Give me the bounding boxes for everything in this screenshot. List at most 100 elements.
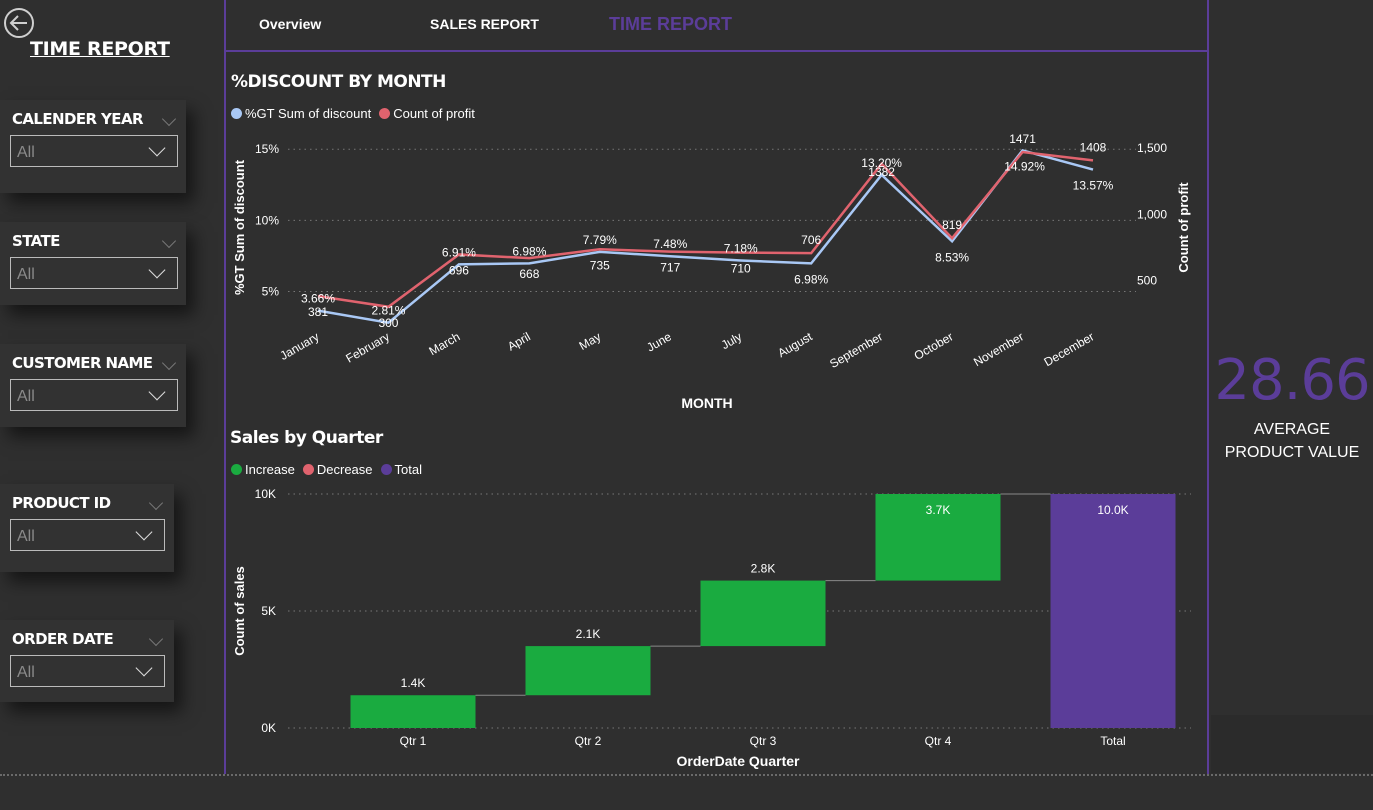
slicer-label: STATE [12, 232, 60, 250]
kpi-card-shadow [1211, 715, 1373, 773]
chevron-down-icon[interactable] [161, 355, 177, 371]
y2-tick-label: 1,500 [1137, 141, 1167, 155]
y-tick-label: 10K [255, 487, 276, 501]
data-label-profit: 1408 [1080, 140, 1107, 154]
legend-label: Count of profit [393, 106, 475, 121]
data-label-profit: 300 [378, 316, 398, 330]
chevron-down-icon[interactable] [148, 631, 164, 647]
slicer-customer-name: CUSTOMER NAME All [0, 344, 186, 427]
data-label-discount: 6.98% [512, 244, 546, 258]
legend-item[interactable]: Increase [231, 462, 295, 477]
legend-label: Total [394, 462, 422, 477]
data-label-discount: 7.48% [653, 237, 687, 251]
back-button[interactable] [4, 8, 34, 38]
data-label-profit: 668 [519, 267, 539, 281]
x-tick-label: Qtr 4 [925, 734, 952, 748]
slicer-value: All [17, 266, 35, 283]
slicer-state: STATE All [0, 222, 186, 305]
legend-item[interactable]: %GT Sum of discount [231, 106, 371, 121]
data-label-profit: 1471 [1009, 132, 1036, 146]
y2-tick-label: 500 [1137, 273, 1157, 287]
data-label-profit: 735 [590, 258, 610, 272]
x-tick-label: April [505, 329, 533, 353]
slicer-dropdown[interactable]: All [10, 519, 165, 551]
line-chart: 5% 10% 15% 500 1,000 1,500 %GT Sum of discount… [232, 132, 1191, 411]
slicer-label: CUSTOMER NAME [12, 354, 153, 372]
chevron-down-icon [135, 659, 153, 677]
waterfall-bar [525, 646, 651, 696]
slicer-order-date: ORDER DATE All [0, 620, 174, 702]
line-chart-legend: %GT Sum of discount Count of profit [231, 106, 483, 121]
legend-item[interactable]: Decrease [302, 462, 373, 477]
slicer-dropdown[interactable]: All [10, 257, 178, 289]
data-label: 2.1K [576, 627, 601, 641]
y-tick-label: 10% [255, 213, 279, 227]
data-label: 1.4K [401, 676, 426, 690]
x-tick-label: Qtr 2 [575, 734, 602, 748]
data-label: 3.7K [926, 503, 951, 517]
slicer-dropdown[interactable]: All [10, 379, 178, 411]
data-label-discount: 14.92% [1004, 159, 1045, 173]
x-tick-label: May [577, 329, 604, 352]
data-label-profit: 717 [660, 261, 680, 275]
slicer-value: All [17, 528, 35, 545]
data-label-discount: 8.53% [935, 250, 969, 264]
tab-time-report[interactable]: TIME REPORT [609, 14, 732, 35]
y-tick-label: 5K [261, 604, 276, 618]
legend-dot-icon [231, 108, 242, 119]
x-tick-label: January [278, 329, 322, 362]
slicer-label: PRODUCT ID [12, 494, 111, 512]
slicer-product-id: PRODUCT ID All [0, 484, 174, 572]
y-tick-label: 5% [262, 285, 280, 299]
x-axis-title: MONTH [681, 395, 732, 411]
x-tick-label: Qtr 1 [400, 734, 427, 748]
slicer-value: All [17, 664, 35, 681]
data-label-profit: 706 [801, 233, 821, 247]
x-tick-label: August [775, 329, 815, 360]
slicer-dropdown[interactable]: All [10, 135, 178, 167]
data-label-discount: 7.18% [724, 242, 758, 256]
series-line-discount [317, 148, 1094, 325]
x-tick-label: June [644, 329, 674, 354]
legend-item[interactable]: Count of profit [379, 106, 475, 121]
divider [0, 774, 1373, 776]
slicer-dropdown[interactable]: All [10, 655, 165, 687]
x-axis-title: OrderDate Quarter [677, 753, 800, 769]
y-tick-label: 15% [255, 142, 279, 156]
chevron-down-icon[interactable] [148, 495, 164, 511]
data-label-discount: 6.91% [442, 245, 476, 259]
slicer-label: ORDER DATE [12, 630, 114, 648]
legend-label: %GT Sum of discount [245, 106, 372, 121]
x-tick-label: December [1042, 329, 1097, 369]
kpi-label-line: PRODUCT VALUE [1224, 444, 1360, 461]
y2-axis-title: Count of profit [1176, 182, 1191, 273]
chevron-down-icon [148, 139, 166, 157]
waterfall-chart-title: Sales by Quarter [230, 428, 383, 448]
legend-dot-icon [302, 464, 314, 475]
slicer-value: All [17, 144, 35, 161]
legend-item[interactable]: Total [380, 462, 422, 477]
chevron-down-icon [135, 523, 153, 541]
legend-dot-icon [380, 464, 392, 475]
data-label-profit: 381 [308, 305, 328, 319]
waterfall-legend: Increase Decrease Total [231, 462, 430, 477]
x-tick-label: July [719, 329, 744, 352]
tab-sales-report[interactable]: SALES REPORT [430, 16, 539, 32]
waterfall-bar [350, 695, 476, 728]
line-chart-title: %DISCOUNT BY MONTH [231, 72, 446, 92]
y-axis-title: %GT Sum of discount [232, 159, 247, 295]
slicer-value: All [17, 388, 35, 405]
kpi-label: AVERAGE PRODUCT VALUE [1211, 418, 1373, 464]
legend-dot-icon [231, 464, 242, 475]
tab-overview[interactable]: Overview [259, 16, 321, 32]
data-label: 10.0K [1097, 503, 1128, 517]
chevron-down-icon [148, 261, 166, 279]
kpi-value: 28.66 [1214, 348, 1370, 413]
x-tick-label: September [827, 329, 885, 370]
x-tick-label: February [343, 329, 392, 365]
chevron-down-icon[interactable] [161, 233, 177, 249]
x-tick-label: March [427, 329, 463, 358]
x-tick-label: October [912, 329, 956, 362]
chevron-down-icon[interactable] [161, 111, 177, 127]
y-axis-title: Count of sales [232, 566, 247, 656]
